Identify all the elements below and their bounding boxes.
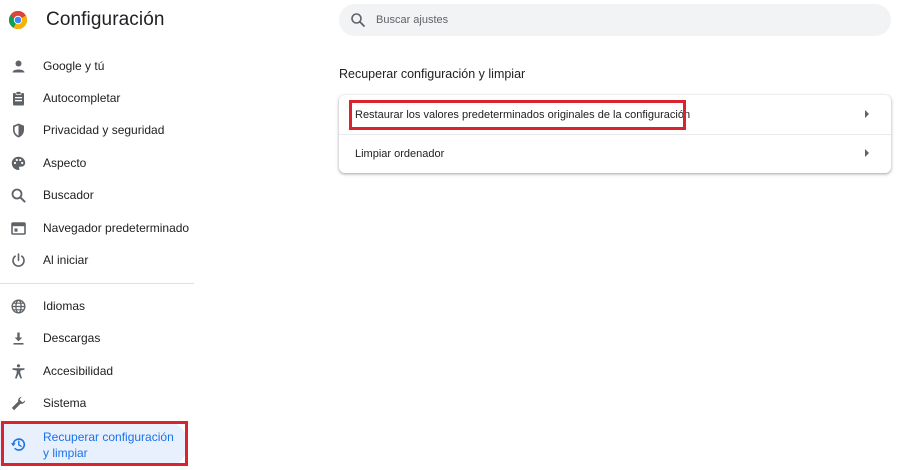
sidebar-item-label: Buscador	[43, 188, 94, 202]
sidebar-item-label: Recuperar configuración y limpiar	[43, 430, 174, 460]
sidebar-item-buscador[interactable]: Buscador	[0, 179, 192, 211]
header: Configuración	[0, 0, 900, 40]
accessibility-icon	[10, 363, 27, 380]
person-icon	[10, 58, 27, 75]
sidebar-item-accesibilidad[interactable]: Accesibilidad	[0, 355, 192, 387]
arrow-right-icon	[865, 149, 869, 157]
search-input[interactable]	[376, 4, 876, 36]
sidebar-item-navegador-predeterminado[interactable]: Navegador predeterminado	[0, 212, 192, 244]
sidebar-item-al-iniciar[interactable]: Al iniciar	[0, 244, 192, 276]
sidebar-item-label: Idiomas	[43, 299, 86, 313]
sidebar-item-label: Privacidad y seguridad	[43, 123, 165, 137]
wrench-icon	[10, 395, 27, 412]
sidebar-item-label: Descargas	[43, 331, 101, 345]
download-icon	[10, 330, 27, 347]
sidebar-item-label: Autocompletar	[43, 91, 121, 105]
shield-icon	[10, 122, 27, 139]
app-title: Configuración	[46, 9, 165, 30]
sidebar-item-label: Sistema	[43, 396, 87, 410]
search-icon	[10, 187, 27, 204]
chrome-logo-icon	[9, 11, 27, 29]
sidebar-item-privacidad-y-seguridad[interactable]: Privacidad y seguridad	[0, 114, 192, 146]
restore-defaults-label: Restaurar los valores predeterminados or…	[355, 109, 691, 121]
clean-computer-label: Limpiar ordenador	[355, 148, 445, 160]
browser-window-icon	[10, 220, 27, 237]
clean-computer-row[interactable]: Limpiar ordenador	[339, 134, 891, 173]
reset-settings-card: Restaurar los valores predeterminados or…	[339, 95, 891, 173]
history-icon	[10, 436, 27, 453]
sidebar-item-label: Navegador predeterminado	[43, 221, 190, 235]
sidebar-item-label: Al iniciar	[43, 253, 89, 267]
search-icon	[350, 12, 366, 28]
sidebar-item-descargas[interactable]: Descargas	[0, 322, 192, 354]
section-title: Recuperar configuración y limpiar	[339, 67, 526, 81]
sidebar-item-label: Google y tú	[43, 59, 105, 73]
sidebar-item-idiomas[interactable]: Idiomas	[0, 290, 192, 322]
sidebar-item-recuperar-configuracion[interactable]: Recuperar configuración y limpiar	[0, 423, 186, 465]
sidebar-item-label: Accesibilidad	[43, 364, 114, 378]
power-icon	[10, 252, 27, 269]
sidebar-item-sistema[interactable]: Sistema	[0, 387, 192, 419]
search-bar[interactable]	[339, 4, 891, 36]
globe-icon	[10, 298, 27, 315]
sidebar-item-aspecto[interactable]: Aspecto	[0, 147, 192, 179]
sidebar-item-label: Aspecto	[43, 156, 87, 170]
clipboard-icon	[10, 90, 27, 107]
sidebar-item-google-y-tu[interactable]: Google y tú	[0, 50, 192, 82]
sidebar-divider	[0, 283, 194, 284]
palette-icon	[10, 155, 27, 172]
restore-defaults-row[interactable]: Restaurar los valores predeterminados or…	[339, 95, 891, 134]
sidebar-item-autocompletar[interactable]: Autocompletar	[0, 82, 192, 114]
arrow-right-icon	[865, 110, 869, 118]
